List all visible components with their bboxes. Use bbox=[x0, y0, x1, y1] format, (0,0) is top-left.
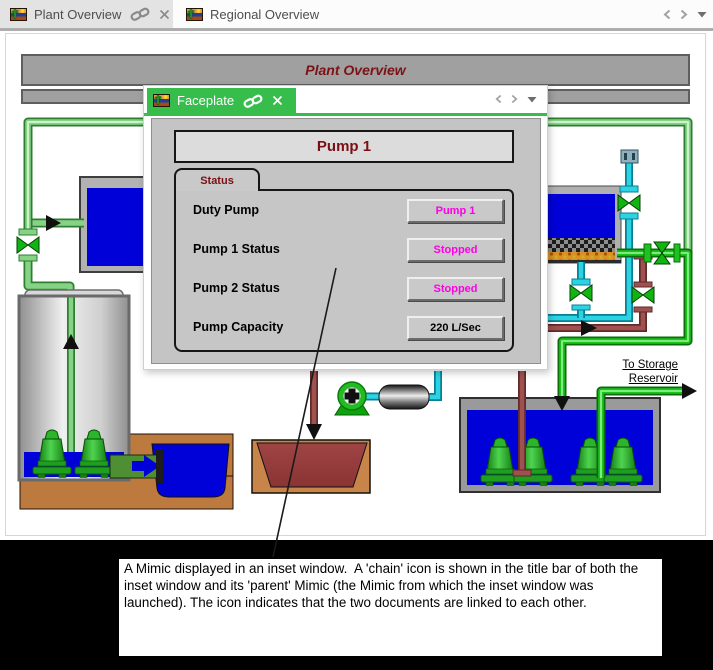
mimic-title-banner: Plant Overview bbox=[21, 54, 690, 86]
application-window: Plant Overview bbox=[0, 0, 713, 670]
flow-arrow-right bbox=[682, 383, 697, 399]
sprinkler-head bbox=[621, 150, 638, 163]
faceplate-inset-window: Faceplate bbox=[143, 85, 548, 370]
close-icon[interactable] bbox=[159, 9, 170, 20]
faceplate-header-box: Pump 1 bbox=[174, 130, 514, 163]
settlement-basin bbox=[252, 440, 370, 493]
status-panel: Duty Pump Pump 1 Pump 1 Status Stopped P… bbox=[174, 189, 514, 352]
workspace: Plant Overview bbox=[0, 0, 713, 540]
tab-list-dropdown-icon[interactable] bbox=[527, 96, 537, 103]
flow-arrow-down bbox=[306, 424, 322, 440]
tab-plant-overview[interactable]: Plant Overview bbox=[0, 0, 173, 28]
chain-icon bbox=[130, 7, 150, 21]
faceplate-nav-buttons bbox=[495, 94, 537, 104]
chain-icon bbox=[243, 94, 263, 108]
duty-pump-value-button[interactable]: Pump 1 bbox=[407, 199, 504, 223]
tab-regional-overview[interactable]: Regional Overview bbox=[180, 0, 356, 28]
caption-background: A Mimic displayed in an inset window. A … bbox=[0, 540, 713, 670]
page-title: Plant Overview bbox=[305, 62, 405, 78]
pump2-status-value-button[interactable]: Stopped bbox=[407, 277, 504, 301]
valve-filter-drain[interactable] bbox=[570, 285, 592, 301]
prev-tab-icon[interactable] bbox=[663, 9, 671, 20]
valve-left[interactable] bbox=[17, 237, 39, 253]
caption-text-box: A Mimic displayed in an inset window. A … bbox=[119, 559, 662, 656]
pump-capacity-value-button[interactable]: 220 L/Sec bbox=[407, 316, 504, 340]
faceplate-tab-strip: Faceplate bbox=[144, 86, 547, 116]
circulation-pump-assembly[interactable] bbox=[335, 382, 429, 415]
tab-list-dropdown-icon[interactable] bbox=[697, 11, 707, 18]
row-pump-capacity: Pump Capacity 220 L/Sec bbox=[176, 316, 512, 340]
to-storage-label: To Storage Reservoir bbox=[578, 358, 678, 386]
row-duty-pump: Duty Pump Pump 1 bbox=[176, 199, 512, 223]
filter-tank bbox=[545, 186, 621, 263]
intake-basin bbox=[152, 444, 229, 497]
close-icon[interactable] bbox=[272, 95, 283, 106]
pump1-status-value-button[interactable]: Stopped bbox=[407, 238, 504, 262]
tab-nav-buttons bbox=[663, 9, 707, 20]
row-pump2-status: Pump 2 Status Stopped bbox=[176, 277, 512, 301]
tab-status[interactable]: Status bbox=[174, 168, 260, 191]
row-pump1-status: Pump 1 Status Stopped bbox=[176, 238, 512, 262]
next-tab-icon[interactable] bbox=[680, 9, 688, 20]
prev-tab-icon[interactable] bbox=[495, 94, 502, 104]
flow-arrow-right bbox=[46, 215, 61, 231]
next-tab-icon[interactable] bbox=[511, 94, 518, 104]
tab-label: Plant Overview bbox=[34, 7, 121, 22]
valve-red-line[interactable] bbox=[632, 287, 654, 303]
tab-label: Regional Overview bbox=[210, 7, 319, 22]
faceplate-title: Pump 1 bbox=[317, 138, 371, 155]
flow-arrow-right bbox=[581, 320, 597, 336]
tab-faceplate[interactable]: Faceplate bbox=[147, 88, 296, 113]
tab-label: Faceplate bbox=[177, 93, 234, 108]
valve-sprinkler[interactable] bbox=[618, 195, 640, 211]
pressure-vessel bbox=[379, 385, 429, 409]
document-tab-bar: Plant Overview bbox=[0, 0, 713, 31]
mimic-icon bbox=[186, 8, 203, 21]
mimic-icon bbox=[10, 8, 27, 21]
faceplate-content: Pump 1 Status Duty Pump Pump 1 Pump 1 St… bbox=[151, 118, 541, 364]
mimic-icon bbox=[153, 94, 170, 107]
